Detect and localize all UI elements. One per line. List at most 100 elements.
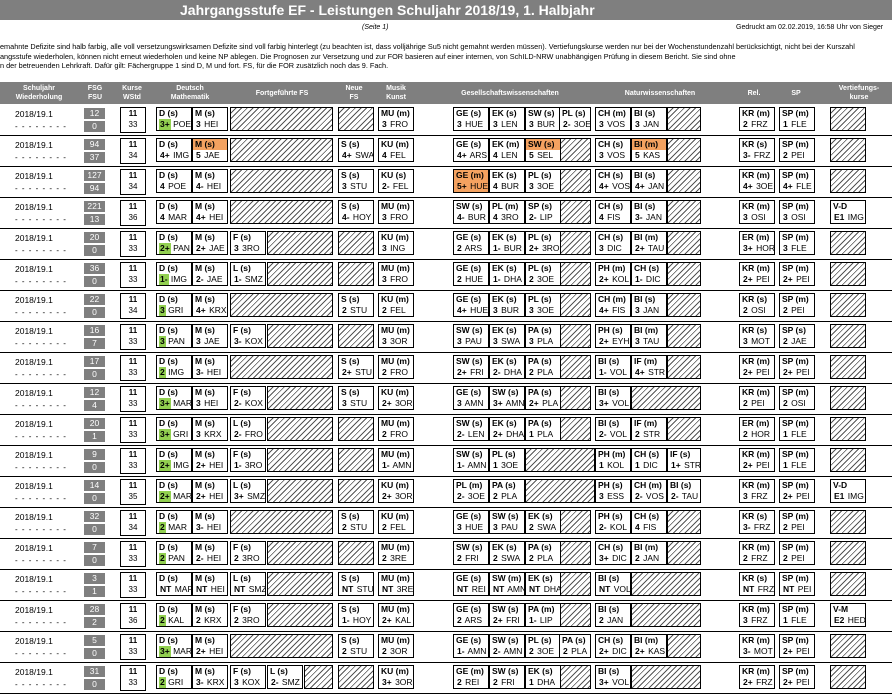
course-label: SW (s) [528, 108, 555, 118]
grade-line: 3 FRO [379, 274, 413, 285]
row-fsg-fsu: 31 [83, 572, 106, 598]
grade-line: 3 FRZ [740, 491, 774, 502]
course-label: SP (m) [782, 139, 809, 149]
grade-cell-mu: MU (m) 3 FRO [378, 200, 414, 224]
teacher-code: PLA [534, 429, 554, 439]
teacher-code: TAU [645, 243, 665, 253]
course-label: PA (m) [528, 604, 555, 614]
grade-line: E2 HED [831, 615, 865, 626]
grade-line: 2 KAL [157, 615, 191, 626]
grade-line: 3+ MAR [157, 646, 191, 657]
teacher-code: REI [462, 677, 480, 687]
grade-value: 4+ [457, 305, 467, 315]
grade-cell-neue: S (s) 2 STU [338, 510, 374, 534]
grade-cell-g3: PL (s) 3 3OE [525, 169, 561, 193]
kurse-value: 11 [128, 636, 138, 645]
grade-cell-rel: KR (m) 2+ PEI [739, 262, 775, 286]
teacher-code: PEI [793, 646, 810, 656]
wstd-value: 35 [128, 492, 138, 501]
grade-cell-d: D (s) 2 PAN [156, 541, 192, 565]
grade-cell-m: M (s) 5 JAE [192, 138, 228, 162]
grade-line: 2+ FRI [490, 615, 524, 626]
grade-cell-m: M (s) 4+ HEI [192, 200, 228, 224]
grade-line: 5 JAE [193, 150, 227, 161]
grade-line: 2+ FRI [454, 367, 488, 378]
empty-slot [525, 448, 595, 472]
grade-value: 3 [635, 336, 640, 346]
grade-cell-m: M (s) 2 KRX [192, 603, 228, 627]
grade-value: 2+ [382, 491, 392, 501]
row-fsg-fsu: 14 0 [83, 479, 106, 505]
wstd-value: 33 [128, 368, 138, 377]
empty-slot [830, 510, 866, 534]
teacher-code: FRO [387, 367, 409, 377]
grade-cell-g2: EK (s) 3 SWA [489, 324, 525, 348]
grade-cell-vk: V-D E1 IMG [830, 200, 866, 224]
teacher-code: PEI [753, 274, 770, 284]
grade-line: 2+ PEI [780, 646, 814, 657]
grade-cell-mu: KU (m) 3 ING [378, 231, 414, 255]
teacher-code: MOT [751, 646, 773, 656]
grade-line: 3- HEI [193, 367, 227, 378]
grade-line: 2 JAN [632, 553, 666, 564]
row-kurse-wstd: 11 36 [120, 603, 146, 629]
empty-slot [667, 231, 701, 255]
grade-line: 2+ 3RO [526, 243, 560, 254]
grade-cell-f1: F (s) 3- KOX [230, 324, 266, 348]
grade-cell-neue: S (s) 3 STU [338, 386, 374, 410]
teacher-code: FRZ [748, 119, 768, 129]
grade-line: 2 JAE [780, 336, 814, 347]
course-label: KR (m) [742, 201, 770, 211]
grade-value: 3 [743, 615, 748, 625]
grade-line: 1- DHA [490, 274, 524, 285]
teacher-code: KOL [607, 522, 627, 532]
teacher-code: MAR [165, 212, 187, 222]
grade-cell-g1: SW (s) 4- BUR [453, 200, 489, 224]
teacher-code: DHA [501, 274, 522, 284]
grade-value: 1+ [671, 460, 681, 470]
grade-cell-n2: BI (s) 3 JAN [631, 293, 667, 317]
course-label: EK (m) [492, 139, 520, 149]
course-label: KR (m) [742, 449, 770, 459]
kurse-value: 11 [128, 512, 138, 521]
grade-value: 1- [599, 367, 607, 377]
course-label: BI (m) [634, 542, 659, 552]
grade-line: 2 FRZ [740, 553, 774, 564]
grade-line: 4+ STR [632, 367, 666, 378]
empty-slot [559, 665, 591, 689]
grade-cell-rel: KR (m) 2+ FRZ [739, 665, 775, 689]
row-schuljahr: 2018/19.1 [15, 512, 53, 522]
grade-value: 2 [342, 305, 347, 315]
grade-cell-rel: KR (s) 3- FRZ [739, 510, 775, 534]
page-number: (Seite 1) [362, 24, 389, 31]
empty-slot [559, 200, 591, 224]
grade-value: 2- [599, 522, 607, 532]
grade-value: E1 [834, 212, 845, 222]
grade-cell-mu: KU (s) 2- FEL [378, 169, 414, 193]
grade-value: 3 [382, 274, 387, 284]
teacher-code: STU [352, 367, 373, 377]
grade-line: 2 STU [339, 646, 373, 657]
course-label: CH (m) [598, 294, 626, 304]
grade-line: NT VOL [596, 584, 630, 595]
grade-value: 4+ [599, 181, 609, 191]
teacher-code: JAE [204, 274, 223, 284]
grade-cell-d: D (s) NT MAR [156, 572, 192, 596]
grade-value: 2- [234, 429, 242, 439]
teacher-code: TAU [679, 491, 699, 501]
course-label: KU (m) [381, 294, 409, 304]
grade-cell-g1: GE (s) 4+ HUE [453, 293, 489, 317]
course-label: PL (s) [528, 232, 552, 242]
course-label: BI (s) [634, 170, 656, 180]
teacher-code: 3OE [534, 274, 555, 284]
empty-slot [267, 541, 333, 565]
row-wiederholung: - - - - - - - - [15, 339, 67, 348]
grade-cell-mu: KU (m) 2+ 3OR [378, 479, 414, 503]
grade-cell-n2: BI (m) 2+ TAU [631, 231, 667, 255]
grade-value: 2+ [783, 367, 793, 377]
grade-value: 2 [457, 243, 462, 253]
grade-line: E1 IMG [831, 491, 865, 502]
teacher-code: VOL [607, 367, 627, 377]
header-musik: Musik Kunst [386, 85, 406, 101]
grade-line: 3 HEI [193, 398, 227, 409]
